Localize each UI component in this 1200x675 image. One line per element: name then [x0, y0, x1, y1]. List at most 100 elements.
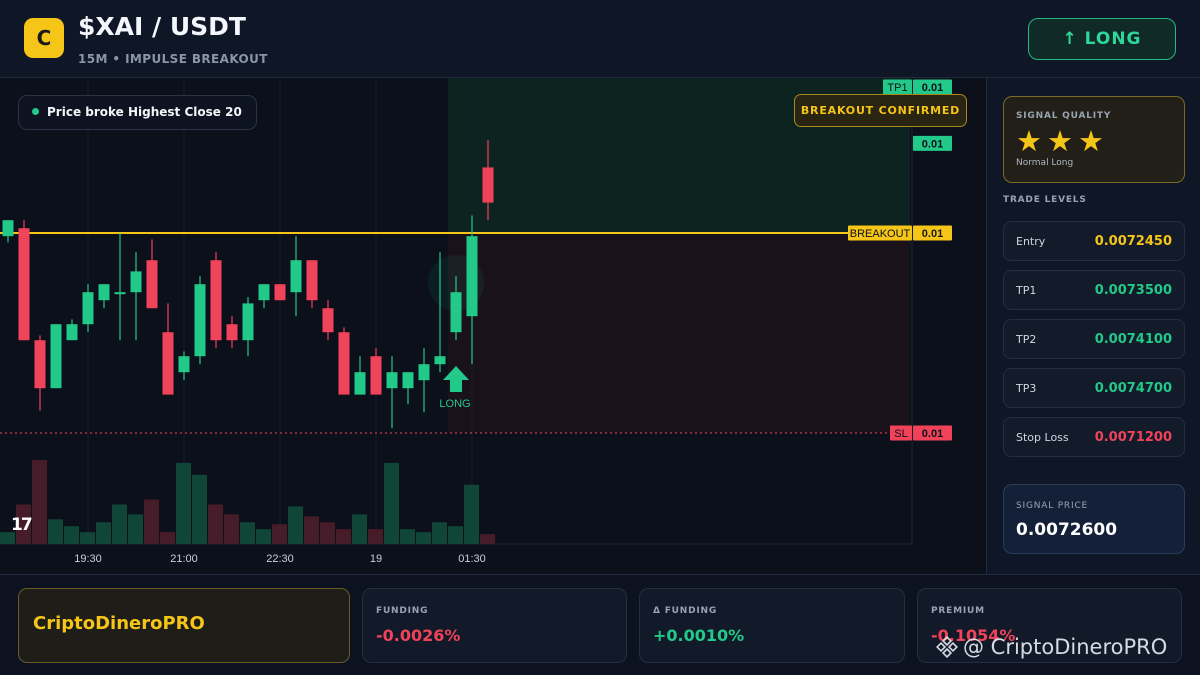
signal-quality-card: SIGNAL QUALITY ★★★ Normal Long	[1003, 96, 1185, 183]
time-axis-label: 21:00	[170, 553, 198, 565]
candle-body	[210, 260, 222, 341]
volume-bar	[176, 462, 191, 544]
volume-bar	[320, 522, 335, 544]
premium-label: PREMIUM	[931, 606, 985, 616]
volume-bar	[416, 532, 431, 544]
level-name: Stop Loss	[1016, 431, 1069, 444]
candle-body	[130, 271, 142, 293]
price-tag-value: 0.01	[922, 428, 943, 440]
price-tag-value: 0.01	[922, 82, 943, 94]
candle-body	[482, 167, 494, 203]
coin-logo: C	[24, 18, 64, 58]
funding-card: FUNDING -0.0026%	[362, 588, 627, 663]
candle-body	[50, 324, 62, 389]
candle-body	[418, 364, 430, 381]
level-entry: Entry 0.0072450	[1003, 221, 1185, 261]
candle-body	[322, 308, 334, 333]
long-arrow-label: LONG	[439, 398, 470, 410]
candle-body	[98, 284, 110, 301]
candle-body	[338, 332, 350, 395]
delta-funding-label: Δ FUNDING	[653, 606, 718, 616]
candle-body	[290, 260, 302, 293]
long-direction-button[interactable]: ↑ LONG	[1028, 18, 1176, 60]
candle-body	[18, 228, 30, 341]
chart-canvas: LONG 0.01 TP1 0.01 0.01 BREAKOUT 0.01 SL 19:30 21…	[0, 78, 952, 565]
candle-body	[242, 303, 254, 341]
footer-stats: CriptoDineroPRO FUNDING -0.0026% Δ FUNDI…	[0, 574, 1200, 675]
volume-bar	[464, 484, 479, 544]
level-value: 0.0074700	[1094, 381, 1172, 396]
volume-bar	[192, 474, 207, 544]
pair-title: $XAI / USDT	[78, 12, 246, 41]
level-value: 0.0074100	[1094, 332, 1172, 347]
price-tag-value: 0.01	[922, 138, 943, 150]
volume-bar	[128, 514, 143, 544]
volume-bar	[432, 522, 447, 544]
level-value: 0.0072450	[1094, 234, 1172, 249]
level-tp3: TP3 0.0074700	[1003, 368, 1185, 408]
delta-funding-value: +0.0010%	[653, 626, 745, 645]
breakout-info-badge: Price broke Highest Close 20	[18, 95, 257, 130]
level-tp1: TP1 0.0073500	[1003, 270, 1185, 310]
volume-bar	[368, 529, 383, 544]
volume-bar	[80, 532, 95, 544]
funding-label: FUNDING	[376, 606, 429, 616]
candle-body	[178, 356, 190, 373]
candle-body	[226, 324, 238, 341]
volume-bar	[32, 460, 47, 544]
status-dot-icon	[32, 108, 39, 115]
brand-name: CriptoDineroPRO	[33, 613, 205, 634]
volume-bar	[160, 532, 175, 544]
volume-bar	[224, 514, 239, 544]
price-tag-value: 0.01	[922, 228, 943, 240]
funding-value: -0.0026%	[376, 626, 461, 645]
signal-quality-sub: Normal Long	[1016, 158, 1074, 168]
volume-bar	[288, 506, 303, 544]
time-axis-label: 01:30	[458, 553, 486, 565]
level-name: TP1	[1016, 284, 1037, 297]
candle-body	[354, 372, 366, 395]
level-value: 0.0073500	[1094, 283, 1172, 298]
volume-bar	[256, 529, 271, 544]
price-chart[interactable]: LONG 0.01 TP1 0.01 0.01 BREAKOUT 0.01 SL 19:30 21…	[0, 78, 986, 574]
star-rating-icon: ★★★	[1016, 124, 1109, 158]
time-axis-label: 19:30	[74, 553, 102, 565]
price-tag-label: SL	[894, 428, 907, 440]
level-tp2: TP2 0.0074100	[1003, 319, 1185, 359]
candle-body	[2, 220, 14, 237]
signal-sidebar: SIGNAL QUALITY ★★★ Normal Long TRADE LEV…	[986, 78, 1200, 574]
volume-bar	[64, 526, 79, 544]
candle-body	[66, 324, 78, 341]
candle-body	[466, 236, 478, 317]
breakout-info-text: Price broke Highest Close 20	[47, 105, 242, 119]
time-axis-label: 19	[370, 553, 382, 565]
volume-bar	[48, 519, 63, 544]
candle-body	[194, 284, 206, 357]
candle-body	[258, 284, 270, 301]
watermark-text: @ CriptoDineroPRO	[963, 635, 1168, 659]
volume-bar	[448, 526, 463, 544]
binance-icon	[936, 636, 958, 658]
volume-bar	[352, 514, 367, 544]
level-value: 0.0071200	[1094, 430, 1172, 445]
signal-price-label: SIGNAL PRICE	[1016, 501, 1089, 511]
volume-bar	[480, 534, 495, 544]
candle-body	[386, 372, 398, 389]
tradingview-logo[interactable]: 17	[11, 515, 33, 535]
volume-bar	[336, 529, 351, 544]
timeframe-subtitle: 15M • IMPULSE BREAKOUT	[78, 52, 268, 66]
candle-body	[402, 372, 414, 389]
time-axis-label: 22:30	[266, 553, 294, 565]
volume-bar	[384, 462, 399, 544]
breakout-confirmed-badge: BREAKOUT CONFIRMED	[794, 94, 967, 127]
volume-bar	[96, 522, 111, 544]
candle-body	[450, 292, 462, 333]
header: C $XAI / USDT 15M • IMPULSE BREAKOUT ↑ L…	[0, 0, 1200, 78]
candle-body	[162, 332, 174, 395]
level-stop-loss: Stop Loss 0.0071200	[1003, 417, 1185, 457]
signal-price-value: 0.0072600	[1016, 520, 1118, 540]
candle-body	[306, 260, 318, 301]
volume-bar	[272, 524, 287, 544]
volume-bar	[304, 516, 319, 544]
signal-quality-label: SIGNAL QUALITY	[1016, 111, 1112, 121]
